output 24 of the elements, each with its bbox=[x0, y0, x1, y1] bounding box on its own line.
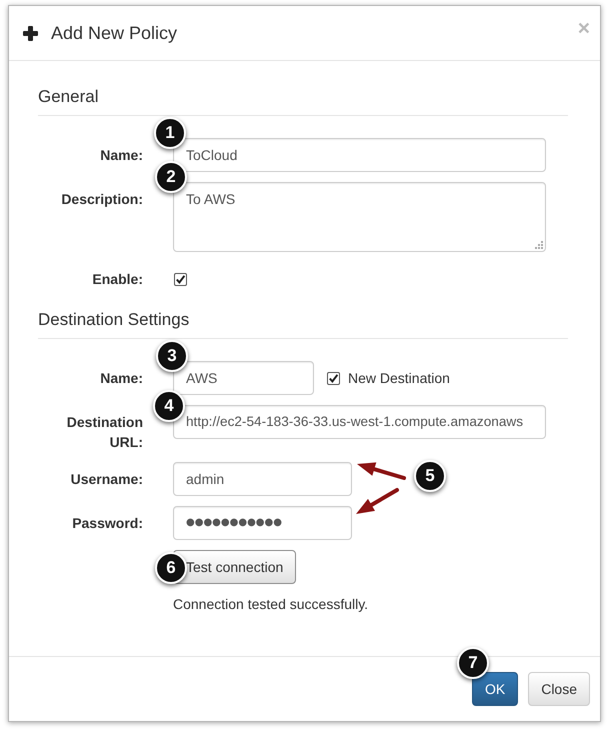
checkbox-label[interactable]: New Destination bbox=[348, 368, 450, 388]
input-field[interactable]: ToCloud bbox=[173, 138, 546, 172]
text-area[interactable]: To AWS bbox=[173, 182, 546, 252]
password-field[interactable]: ●●●●●●●●●●● bbox=[173, 506, 352, 540]
ok-button[interactable]: OK bbox=[472, 672, 518, 706]
checkbox[interactable] bbox=[174, 273, 187, 286]
field-label: Destination URL: bbox=[66, 413, 143, 452]
close-button[interactable]: Close bbox=[528, 672, 590, 706]
input-field[interactable]: admin bbox=[173, 462, 352, 496]
field-label: Name: bbox=[100, 369, 143, 388]
dialog-title: Add New Policy bbox=[51, 22, 178, 44]
plus-icon bbox=[23, 26, 38, 40]
field-label: Username: bbox=[70, 470, 143, 489]
input-field[interactable]: AWS bbox=[173, 361, 314, 395]
field-label: Description: bbox=[61, 190, 143, 209]
field-label: Password: bbox=[72, 514, 143, 533]
resize-grip-icon[interactable] bbox=[535, 241, 543, 249]
field-label: Enable: bbox=[92, 270, 143, 289]
field-label: Name: bbox=[100, 146, 143, 165]
checkbox[interactable] bbox=[327, 372, 340, 384]
status-message: Connection tested successfully. bbox=[173, 595, 368, 614]
section-heading: Destination Settings bbox=[38, 310, 190, 330]
section-heading: General bbox=[38, 87, 98, 107]
input-field[interactable]: http://ec2-54-183-36-33.us-west-1.compute.amazonaws bbox=[173, 405, 546, 439]
